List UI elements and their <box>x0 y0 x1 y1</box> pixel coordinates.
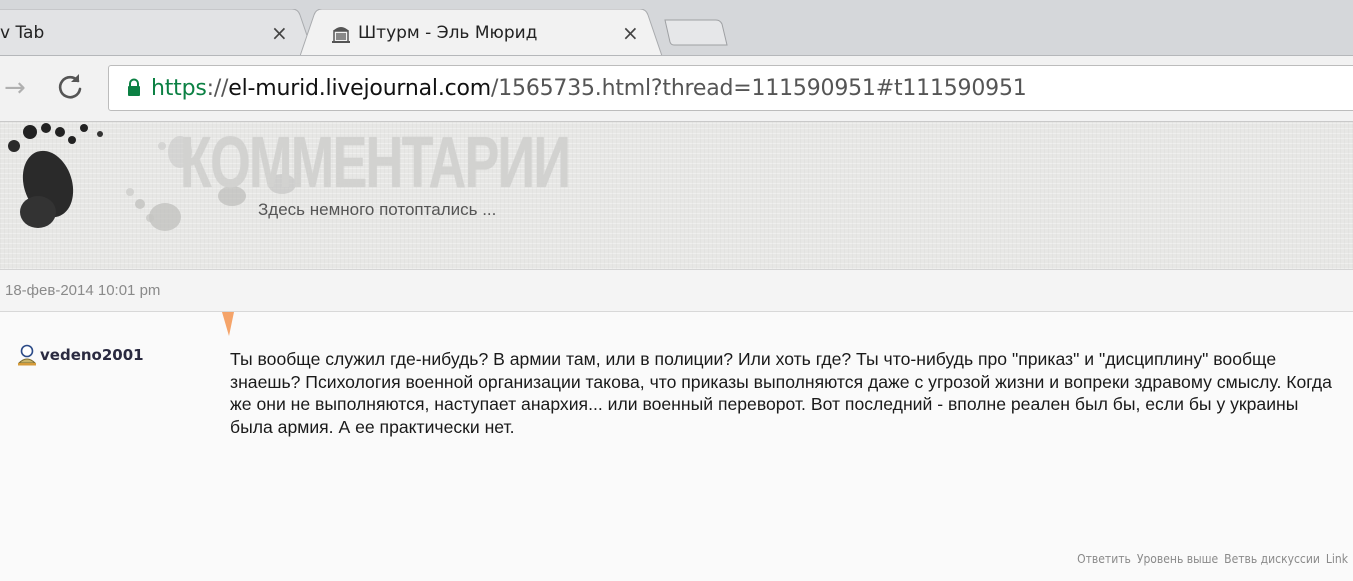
comment-accent-marker <box>222 312 234 336</box>
new-tab-button[interactable] <box>664 18 728 46</box>
url-host: el-murid.livejournal.com <box>228 76 492 101</box>
comment-actions: Ответить Уровень выше Ветвь дискуссии Li… <box>1077 552 1348 566</box>
url-text[interactable]: https://el-murid.livejournal.com/1565735… <box>151 76 1027 101</box>
tab-shturm[interactable]: Штурм - Эль Мюрид × <box>300 9 680 55</box>
close-icon[interactable]: × <box>271 21 288 45</box>
url-scheme: https <box>151 76 207 101</box>
user-icon[interactable] <box>17 344 37 366</box>
comment-date: 18-фев-2014 10:01 pm <box>5 282 161 299</box>
parent-link[interactable]: Уровень выше <box>1137 552 1218 566</box>
banner-subtitle: Здесь немного потоптались ... <box>258 200 497 219</box>
forward-icon[interactable]: → <box>4 73 26 103</box>
comment-author[interactable]: vedeno2001 <box>17 344 144 366</box>
reload-icon[interactable] <box>52 69 88 105</box>
browser-toolbar: → https://el-murid.livejournal.com/15657… <box>0 56 1353 122</box>
comment-text: Ты вообще служил где-нибудь? В армии там… <box>230 349 1332 437</box>
url-path: /1565735.html?thread=111590951#t11159095… <box>491 76 1027 101</box>
livejournal-favicon-icon <box>332 27 350 43</box>
comment-block: vedeno2001 Ты вообще служил где-нибудь? … <box>0 312 1353 581</box>
thread-link[interactable]: Ветвь дискуссии <box>1224 552 1320 566</box>
username-link[interactable]: vedeno2001 <box>40 346 144 364</box>
url-separator: :// <box>206 76 229 101</box>
tab-title: v Tab <box>0 23 45 43</box>
reply-link[interactable]: Ответить <box>1077 552 1131 566</box>
comment-meta-bar: 18-фев-2014 10:01 pm <box>0 270 1353 312</box>
tab-new-tab[interactable]: v Tab × <box>0 9 320 55</box>
permalink-link[interactable]: Link <box>1326 552 1348 566</box>
banner-title: КОММЕНТАРИИ <box>180 123 571 203</box>
tab-strip: v Tab × Штурм - Эль Мюрид × <box>0 0 1353 56</box>
journal-header-banner: КОММЕНТАРИИ Здесь немного потоптались ..… <box>0 122 1353 270</box>
tab-title: Штурм - Эль Мюрид <box>358 23 538 43</box>
close-icon[interactable]: × <box>622 21 639 45</box>
lock-icon <box>128 78 140 96</box>
address-bar[interactable]: https://el-murid.livejournal.com/1565735… <box>108 65 1353 111</box>
